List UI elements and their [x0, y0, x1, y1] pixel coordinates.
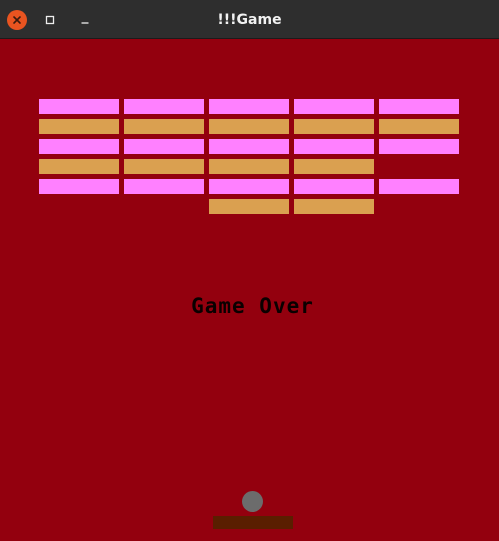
brick-orange — [39, 159, 119, 174]
brick-pink — [379, 179, 459, 194]
ball — [242, 491, 263, 512]
brick-pink — [379, 99, 459, 114]
game-over-text: Game Over — [191, 294, 314, 318]
brick-pink — [124, 99, 204, 114]
game-window: !!!Game Game Over — [0, 0, 499, 541]
brick-orange — [209, 119, 289, 134]
brick-pink — [39, 179, 119, 194]
brick-orange — [294, 119, 374, 134]
close-button[interactable] — [7, 10, 27, 30]
brick-pink — [209, 139, 289, 154]
title-bar: !!!Game — [0, 0, 499, 39]
brick-orange — [209, 199, 289, 214]
brick-orange — [209, 159, 289, 174]
brick-pink — [294, 99, 374, 114]
brick-orange — [124, 159, 204, 174]
brick-orange — [124, 119, 204, 134]
minimize-icon — [81, 22, 89, 24]
maximize-button[interactable] — [40, 10, 60, 30]
brick-pink — [209, 99, 289, 114]
brick-pink — [379, 139, 459, 154]
brick-pink — [39, 139, 119, 154]
maximize-icon — [45, 15, 55, 25]
game-canvas[interactable]: Game Over — [0, 39, 499, 541]
brick-orange — [379, 119, 459, 134]
brick-pink — [124, 179, 204, 194]
minimize-button[interactable] — [75, 10, 95, 30]
paddle[interactable] — [213, 516, 293, 529]
brick-pink — [209, 179, 289, 194]
brick-orange — [294, 199, 374, 214]
brick-pink — [294, 179, 374, 194]
close-icon — [13, 16, 21, 24]
brick-pink — [294, 139, 374, 154]
brick-pink — [124, 139, 204, 154]
brick-orange — [39, 119, 119, 134]
brick-pink — [39, 99, 119, 114]
brick-orange — [294, 159, 374, 174]
